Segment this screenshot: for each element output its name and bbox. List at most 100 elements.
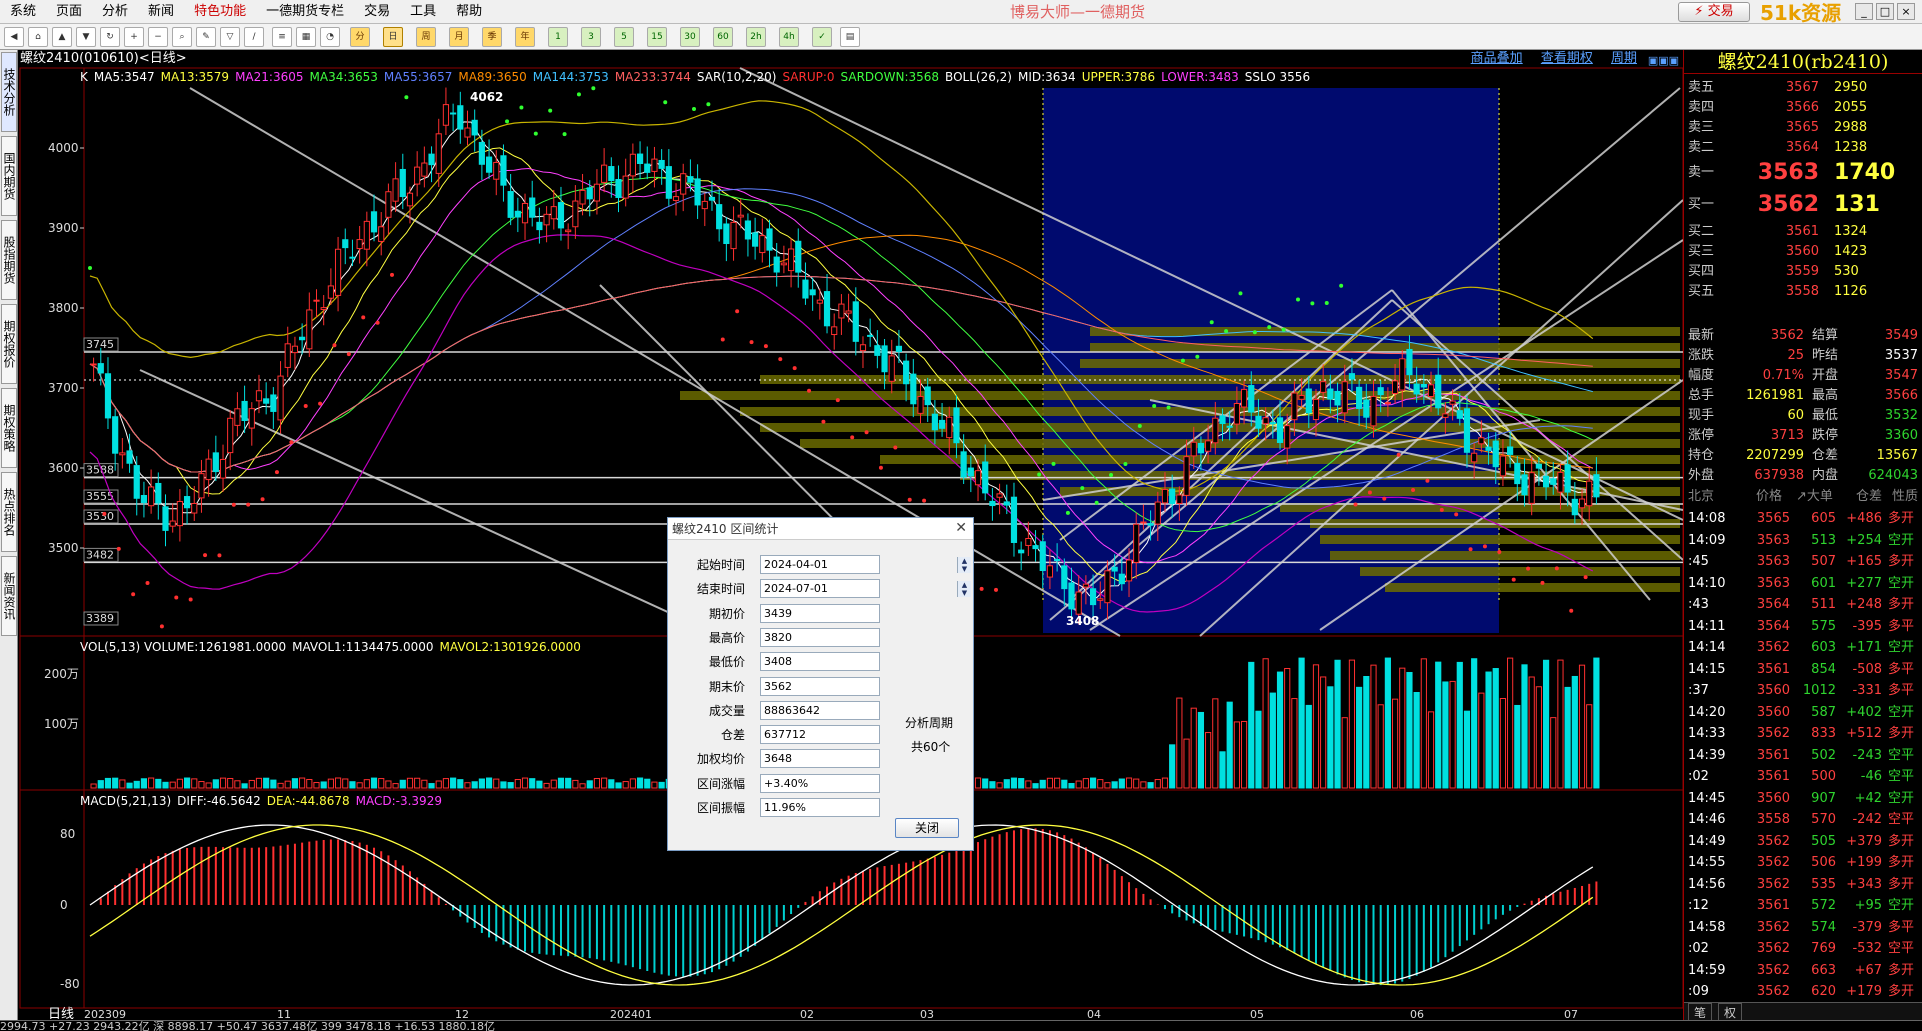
period-button[interactable]: 月 — [449, 27, 469, 47]
filter-icon[interactable]: ▽ — [220, 27, 240, 47]
calculator-icon[interactable]: ▤ — [840, 27, 860, 47]
dialog-field-value[interactable]: 637712 — [760, 725, 880, 745]
draw-icon[interactable]: / — [244, 27, 264, 47]
tick-price: 3562 — [1756, 876, 1790, 892]
order-book-row[interactable]: 买一 3562 131 — [1684, 190, 1922, 220]
volume-bar — [227, 777, 234, 789]
period-button[interactable]: 60 — [713, 27, 733, 47]
dialog-field-value[interactable]: 3562 — [760, 676, 880, 696]
menu-item[interactable]: 交易 — [354, 0, 400, 24]
pie-icon[interactable]: ◔ — [320, 27, 340, 47]
period-button[interactable]: 季 — [482, 27, 502, 47]
menu-item[interactable]: 一德期货专栏 — [256, 0, 354, 24]
side-tab[interactable]: 期权报价 — [1, 304, 17, 384]
close-window-button[interactable]: × — [1897, 3, 1915, 20]
side-tab[interactable]: 期权策略 — [1, 388, 17, 468]
period-button[interactable]: 5 — [614, 27, 634, 47]
period-link[interactable]: 周期 — [1611, 51, 1637, 66]
trade-button[interactable]: ⚡ 交易 — [1678, 2, 1750, 22]
period-button[interactable]: 4h — [779, 27, 799, 47]
spinner-icon[interactable]: ▲ ▼ — [957, 581, 971, 598]
back-icon[interactable]: ◀ — [4, 27, 24, 47]
price-tick: 3800 — [48, 301, 79, 315]
candle-body — [694, 178, 701, 206]
period-button[interactable]: 3 — [581, 27, 601, 47]
zoom-out-icon[interactable]: − — [148, 27, 168, 47]
side-tab[interactable]: 股指期货 — [1, 220, 17, 300]
overlay-link[interactable]: 商品叠加 — [1471, 51, 1523, 66]
volume-bar — [1564, 686, 1571, 789]
grid-icon[interactable]: ▦ — [296, 27, 316, 47]
period-button[interactable]: ✓ — [812, 27, 832, 47]
period-button[interactable]: 30 — [680, 27, 700, 47]
dialog-field-value[interactable]: +3.40% — [760, 773, 880, 793]
home-icon[interactable]: ⌂ — [28, 27, 48, 47]
menu-item[interactable]: 新闻 — [138, 0, 184, 24]
dialog-close-icon[interactable]: ✕ — [955, 520, 967, 536]
dialog-field-value[interactable]: 88863642 — [760, 700, 880, 720]
price-tick: 4000 — [48, 141, 79, 155]
sar-dot — [1123, 462, 1128, 467]
candle-body — [1212, 417, 1219, 444]
period-button[interactable]: 周 — [416, 27, 436, 47]
side-tab[interactable]: 新闻资讯 — [1, 556, 17, 636]
volume-bar — [1240, 720, 1248, 789]
tick-row: 14:56 3562 535 +343 多开 — [1684, 874, 1922, 896]
stat-row: 涨停 3713 跌停 3360 — [1684, 426, 1922, 446]
dialog-field-value[interactable]: 2024-07-01 ▲ ▼ — [760, 579, 971, 599]
order-book-row[interactable]: 卖三 3565 2988 — [1684, 118, 1922, 138]
volume-bar — [1104, 782, 1111, 789]
menu-item[interactable]: 分析 — [92, 0, 138, 24]
dialog-field-value[interactable]: 3408 — [760, 652, 880, 672]
period-button[interactable]: 2h — [746, 27, 766, 47]
candle-body — [1334, 390, 1341, 406]
volume-profile-bar — [1320, 535, 1680, 544]
dialog-field-value[interactable]: 3820 — [760, 627, 880, 647]
menu-item[interactable]: 帮助 — [446, 0, 492, 24]
candle-body — [730, 221, 737, 250]
side-tab[interactable]: 国内期货 — [1, 136, 17, 216]
order-book-row[interactable]: 买二 3561 1324 — [1684, 222, 1922, 242]
order-book-row[interactable]: 买五 3558 1126 — [1684, 282, 1922, 302]
refresh-icon[interactable]: ↻ — [100, 27, 120, 47]
list-icon[interactable]: ≡ — [272, 27, 292, 47]
order-book-row[interactable]: 卖四 3566 2055 — [1684, 98, 1922, 118]
pen-icon[interactable]: ✎ — [196, 27, 216, 47]
period-button[interactable]: 分 — [350, 27, 370, 47]
kline-chart[interactable]: 374535883555353034823389 40623408 400039… — [0, 0, 1922, 1020]
menu-item[interactable]: 页面 — [46, 0, 92, 24]
up-icon[interactable]: ▲ — [52, 27, 72, 47]
order-book-row[interactable]: 卖一 3563 1740 — [1684, 158, 1922, 188]
period-button[interactable]: 日 — [383, 27, 403, 47]
order-book-row[interactable]: 买三 3560 1423 — [1684, 242, 1922, 262]
volume-bar — [1334, 659, 1341, 789]
support-label-box — [83, 489, 119, 504]
period-button[interactable]: 1 — [548, 27, 568, 47]
volume-bar — [1499, 698, 1507, 789]
down-icon[interactable]: ▼ — [76, 27, 96, 47]
order-book-row[interactable]: 卖五 3567 2950 — [1684, 78, 1922, 98]
maximize-button[interactable]: □ — [1876, 3, 1894, 20]
side-tab[interactable]: 热点排名 — [1, 472, 17, 552]
dialog-field-value[interactable]: 2024-04-01 ▲ ▼ — [760, 555, 971, 574]
menu-item[interactable]: 特色功能 — [184, 0, 256, 24]
order-book-row[interactable]: 卖二 3564 1238 — [1684, 138, 1922, 158]
spinner-icon[interactable]: ▲ ▼ — [957, 557, 971, 573]
dialog-field-value[interactable]: 3439 — [760, 603, 880, 623]
zoom-in-icon[interactable]: + — [124, 27, 144, 47]
dialog-close-button[interactable]: 关闭 — [895, 818, 959, 838]
dialog-field-value[interactable]: 11.96% — [760, 798, 880, 817]
menu-item[interactable]: 系统 — [0, 0, 46, 24]
search-icon[interactable]: ⌕ — [172, 27, 192, 47]
minimize-button[interactable]: _ — [1855, 3, 1873, 20]
menu-item[interactable]: 工具 — [400, 0, 446, 24]
options-link[interactable]: 查看期权 — [1541, 51, 1593, 66]
candle-body — [1255, 415, 1262, 429]
tick-oi: +512 — [1846, 726, 1882, 741]
order-book-row[interactable]: 买四 3559 530 — [1684, 262, 1922, 282]
side-tab[interactable]: 技术分析 — [1, 52, 17, 132]
layout-icons[interactable]: ▣▣▣ — [1648, 52, 1679, 70]
period-button[interactable]: 15 — [647, 27, 667, 47]
dialog-field-value[interactable]: 3648 — [760, 749, 880, 769]
period-button[interactable]: 年 — [515, 27, 535, 47]
